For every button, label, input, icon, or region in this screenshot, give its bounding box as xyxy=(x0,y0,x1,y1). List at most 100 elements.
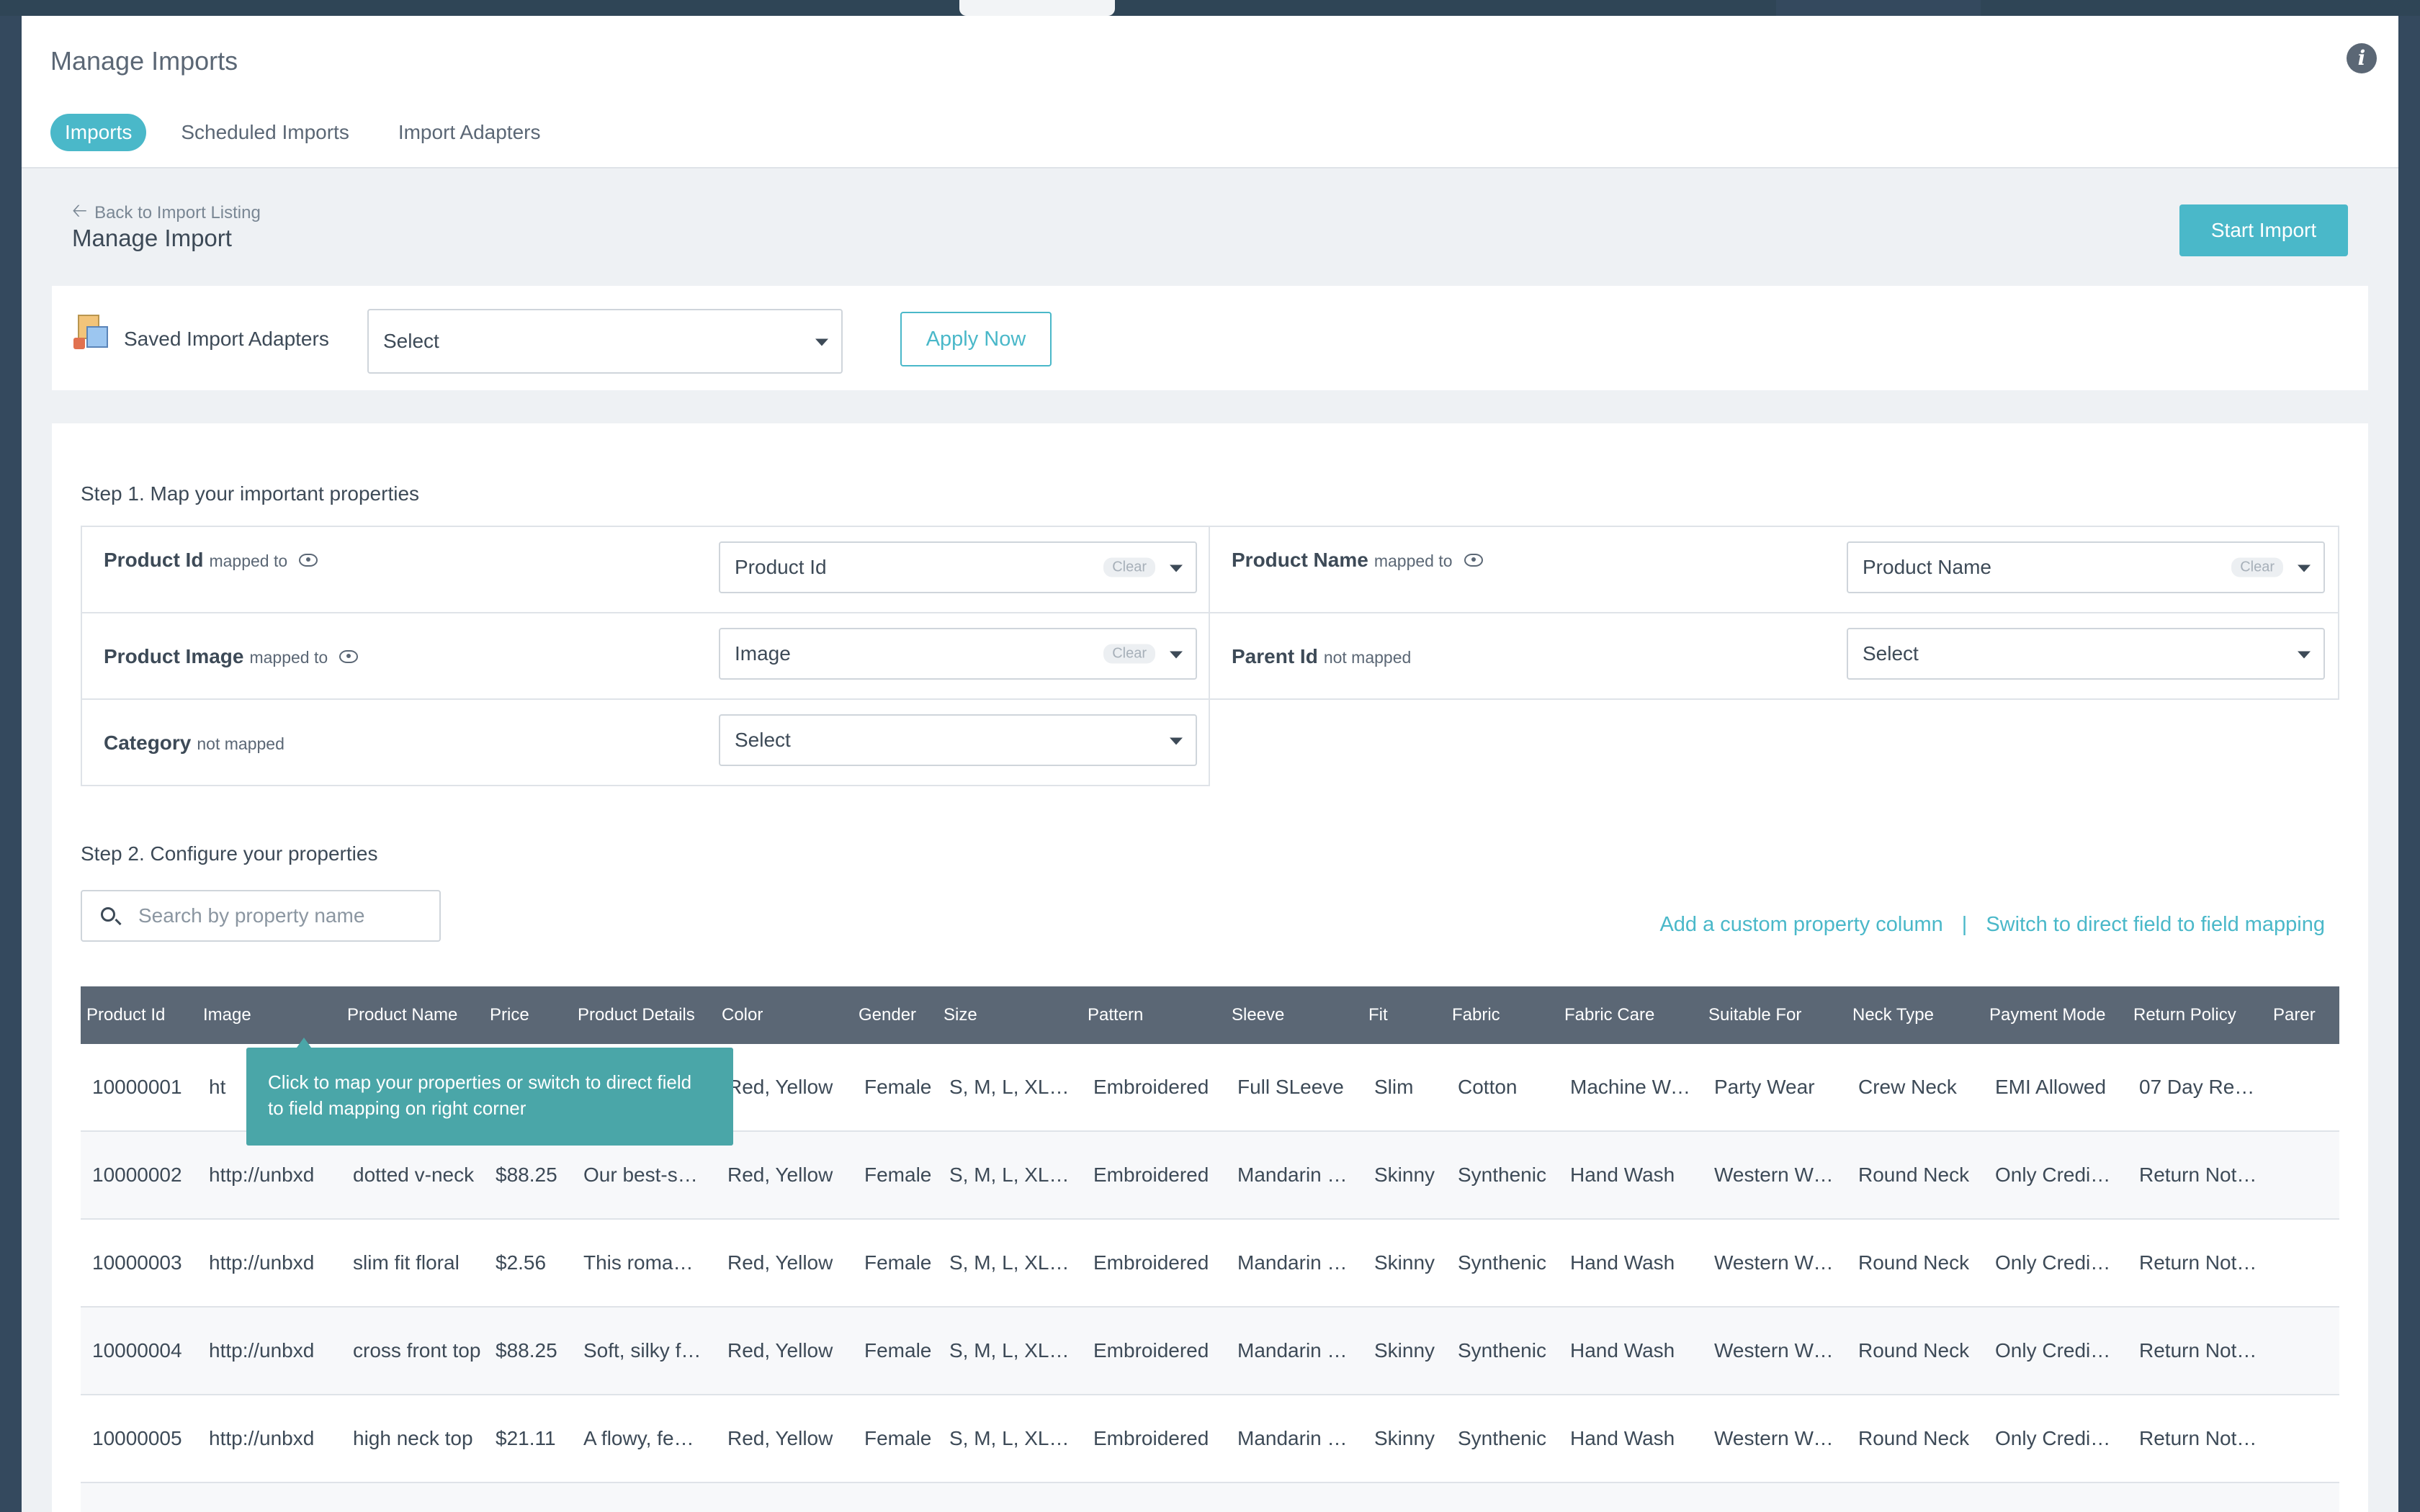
chevron-down-icon xyxy=(1170,737,1183,745)
table-cell: 10000005 xyxy=(92,1427,182,1449)
select-value: Product Id xyxy=(735,556,827,578)
mapping-name: Product Image xyxy=(104,645,244,667)
category-select[interactable]: Select xyxy=(719,714,1197,766)
table-cell: Embroidered xyxy=(1093,1339,1209,1362)
column-header[interactable]: Gender xyxy=(859,986,938,1044)
saved-adapters-card: Saved Import Adapters Select Apply Now xyxy=(52,286,2368,390)
start-import-button[interactable]: Start Import xyxy=(2179,204,2348,256)
mapping-name: Product Name xyxy=(1232,549,1368,571)
chevron-down-icon xyxy=(1170,651,1183,659)
property-search[interactable] xyxy=(81,890,441,942)
info-icon[interactable]: i xyxy=(2347,43,2377,73)
table-cell: Slim xyxy=(1374,1076,1414,1098)
product-image-select[interactable]: Image Clear xyxy=(719,628,1197,680)
table-row[interactable]: 10000005 http://unbxd high neck top $21.11 A… xyxy=(81,1395,2339,1483)
select-value: Select xyxy=(383,330,439,352)
column-header[interactable]: Price xyxy=(490,986,569,1044)
eye-icon[interactable] xyxy=(1464,553,1483,567)
table-cell: Skinny xyxy=(1374,1483,1438,1512)
select-value: Product Name xyxy=(1863,556,1991,578)
browser-tab[interactable] xyxy=(1776,0,1981,16)
column-header[interactable]: Neck Type xyxy=(1852,986,1982,1044)
switch-mapping-link[interactable]: Switch to direct field to field mapping xyxy=(1986,913,2325,937)
search-input[interactable] xyxy=(138,901,426,930)
column-header[interactable]: Product Details xyxy=(578,986,707,1044)
column-header[interactable]: Product Id xyxy=(86,986,194,1044)
column-header[interactable]: Image xyxy=(203,986,333,1044)
table-cell: Only Credit Card xyxy=(1995,1483,2116,1512)
table-cell: Skinny xyxy=(1374,1164,1435,1186)
table-cell: $12.50 xyxy=(496,1483,566,1512)
column-header[interactable]: Color xyxy=(722,986,844,1044)
clear-button[interactable]: Clear xyxy=(1103,557,1155,577)
top-strip xyxy=(0,0,2420,16)
table-cell: Only Credit Card xyxy=(1995,1339,2116,1362)
tab-imports[interactable]: Imports xyxy=(50,114,147,151)
column-header[interactable]: Product Name xyxy=(347,986,484,1044)
table-cell: Female xyxy=(864,1339,932,1362)
eye-icon[interactable] xyxy=(299,553,318,567)
step1-title: Step 1. Map your important properties xyxy=(81,482,420,505)
eye-icon[interactable] xyxy=(339,649,359,663)
table-row[interactable]: 10000006 http://unbxd xpress one $12.50 Prof… xyxy=(81,1483,2339,1512)
table-cell: Only Credit Card xyxy=(1995,1427,2116,1449)
column-header[interactable]: Suitable For xyxy=(1708,986,1838,1044)
link-separator: | xyxy=(1961,913,1968,936)
column-header[interactable]: Return Policy xyxy=(2133,986,2263,1044)
saved-adapters-select[interactable]: Select xyxy=(367,309,843,374)
chevron-down-icon xyxy=(2298,651,2311,659)
column-header[interactable]: Fit xyxy=(1368,986,1440,1044)
table-cell: 10000001 xyxy=(92,1076,182,1098)
tab-scheduled-imports[interactable]: Scheduled Imports xyxy=(166,114,363,151)
table-actions: Add a custom property column | Switch to… xyxy=(1659,913,2325,937)
mapping-status: mapped to xyxy=(1373,552,1453,570)
table-cell xyxy=(2279,1308,2339,1394)
add-custom-property-link[interactable]: Add a custom property column xyxy=(1659,913,1942,937)
adapter-stack-icon xyxy=(73,315,109,351)
table-cell: Red, Yellow xyxy=(727,1251,833,1274)
table-row[interactable]: 10000003 http://unbxd slim fit floral $2.56… xyxy=(81,1220,2339,1308)
mapping-name: Category xyxy=(104,732,192,754)
table-cell: 10000002 xyxy=(92,1164,182,1186)
table-cell: Round Neck xyxy=(1858,1164,1970,1186)
column-header[interactable]: Size xyxy=(944,986,1073,1044)
product-name-select[interactable]: Product Name Clear xyxy=(1847,541,2325,593)
table-cell: xpress one xyxy=(353,1483,481,1512)
table-row[interactable]: 10000004 http://unbxd cross front top $88.2… xyxy=(81,1308,2339,1395)
clear-button[interactable]: Clear xyxy=(2231,557,2283,577)
table-cell: Red, Yellow xyxy=(727,1339,833,1362)
column-header[interactable]: Payment Mode xyxy=(1989,986,2119,1044)
browser-tab-active[interactable] xyxy=(959,0,1115,16)
table-cell: Party Wear xyxy=(1714,1076,1815,1098)
mapping-status: mapped to xyxy=(249,648,328,667)
table-cell: $88.25 xyxy=(496,1339,557,1362)
table-cell: $2.56 xyxy=(496,1251,547,1274)
column-header[interactable]: Pattern xyxy=(1088,986,1217,1044)
table-cell: S, M, L, XL, XXL xyxy=(949,1427,1070,1449)
table-cell: Return Not Allowed xyxy=(2139,1251,2260,1274)
column-header[interactable]: Sleeve xyxy=(1232,986,1361,1044)
app-header: Manage Imports i Imports Scheduled Impor… xyxy=(22,16,2398,168)
parent-id-select[interactable]: Select xyxy=(1847,628,2325,680)
table-cell: Mandarin Collar xyxy=(1237,1251,1358,1274)
table-cell: Embroidered xyxy=(1093,1076,1209,1098)
mapping-status: mapped to xyxy=(209,552,288,570)
mapping-grid: Product Id mapped to Product Id Clear Pro… xyxy=(81,526,2339,786)
app-title: Manage Imports xyxy=(50,46,238,76)
table-cell: Machine Wash xyxy=(1570,1076,1691,1098)
product-id-select[interactable]: Product Id Clear xyxy=(719,541,1197,593)
select-value: Select xyxy=(735,729,791,751)
table-cell xyxy=(2279,1395,2339,1482)
clear-button[interactable]: Clear xyxy=(1103,644,1155,664)
table-cell: Embroidered xyxy=(1093,1164,1209,1186)
column-header[interactable]: Parer xyxy=(2273,986,2339,1044)
table-cell xyxy=(2279,1044,2339,1130)
table-cell: Female xyxy=(864,1251,932,1274)
apply-now-button[interactable]: Apply Now xyxy=(900,312,1052,366)
column-header[interactable]: Fabric Care xyxy=(1564,986,1694,1044)
table-cell: Western Wear xyxy=(1714,1164,1835,1186)
column-header[interactable]: Fabric xyxy=(1452,986,1553,1044)
table-cell: S, M, L, XL, XXL xyxy=(949,1164,1070,1186)
tab-import-adapters[interactable]: Import Adapters xyxy=(384,114,555,151)
table-cell: Female xyxy=(864,1483,935,1512)
